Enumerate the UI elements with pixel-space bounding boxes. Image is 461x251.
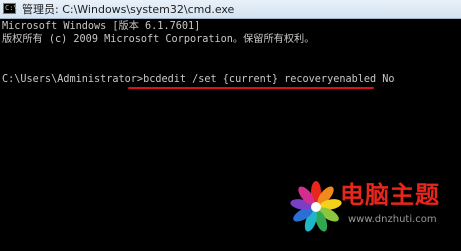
site-watermark: 电脑主题 www.dnzhuti.com bbox=[290, 177, 461, 251]
flower-logo-icon bbox=[290, 181, 342, 232]
cmd-icon-glyph: C:\ bbox=[5, 4, 18, 12]
cmd-window: C:\ 管理员: C:\Windows\system32\cmd.exe Mic… bbox=[0, 0, 461, 251]
window-title: 管理员: C:\Windows\system32\cmd.exe bbox=[22, 3, 235, 16]
command-highlight-underline bbox=[128, 87, 374, 89]
watermark-url: www.dnzhuti.com bbox=[348, 214, 437, 225]
console-line-version: Microsoft Windows [版本 6.1.7601] bbox=[2, 21, 201, 32]
watermark-title: 电脑主题 bbox=[340, 181, 440, 209]
console-command-line: C:\Users\Administrator>bcdedit /set {cur… bbox=[2, 74, 395, 85]
title-bar[interactable]: C:\ 管理员: C:\Windows\system32\cmd.exe bbox=[0, 0, 461, 19]
cmd-icon: C:\ bbox=[3, 3, 18, 14]
console-line-copyright: 版权所有 (c) 2009 Microsoft Corporation。保留所有… bbox=[2, 34, 315, 45]
